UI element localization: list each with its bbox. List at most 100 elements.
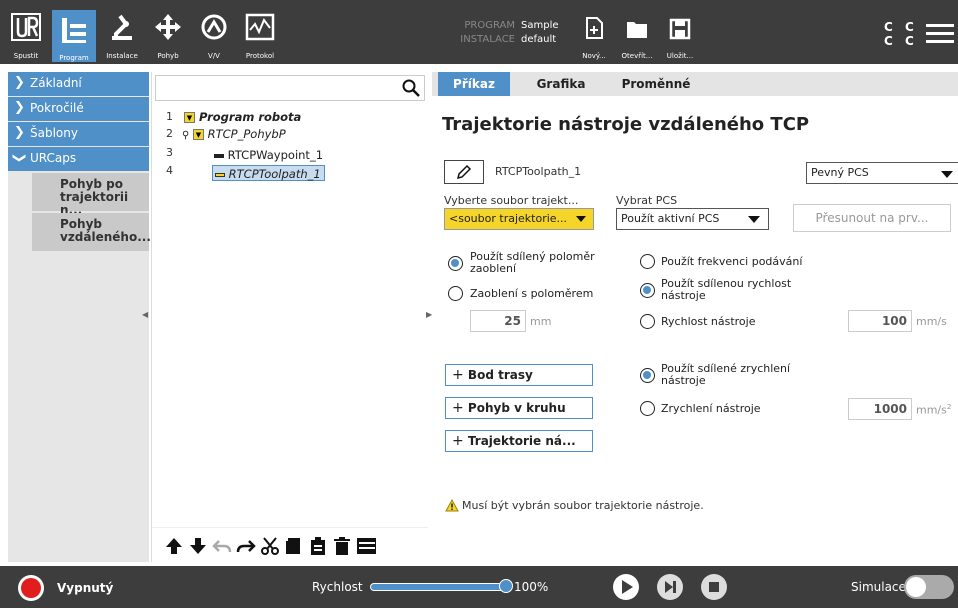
robot-status: Vypnutý [57, 581, 114, 595]
edit-name-button[interactable] [444, 160, 484, 184]
move-to-first-button[interactable]: Přesunout na prv... [793, 204, 951, 232]
nav-program[interactable]: Program [52, 10, 96, 62]
radio-shared-speed[interactable] [640, 283, 655, 298]
add-waypoint-button[interactable]: + Bod trasy [445, 364, 593, 386]
move-arrows-icon [155, 14, 181, 40]
step-button-icon[interactable] [656, 573, 684, 601]
tree-row-program[interactable]: ▼ Program robota [184, 109, 301, 125]
dropdown-arrow-icon [576, 216, 586, 222]
move-down-icon[interactable] [188, 536, 208, 556]
button-label: Trajektorie ná... [467, 434, 576, 448]
paste-icon[interactable] [308, 536, 328, 556]
speed-slider-track[interactable] [370, 579, 513, 593]
menu-remote-move-node[interactable]: Pohyb vzdáleného... [32, 213, 151, 251]
nav-label: Pohyb [157, 52, 179, 60]
nav-log[interactable]: Protokol [238, 6, 282, 60]
node-dash-icon [214, 153, 224, 158]
radio-label: Použít sdílené zrychlení nástroje [661, 363, 790, 387]
speed-slider-fill [371, 584, 507, 590]
menu-label: Pokročilé [30, 101, 84, 115]
save-button[interactable]: Uložit... [660, 12, 700, 60]
radio-feed-rate[interactable] [640, 254, 655, 269]
tree-label: RTCPToolpath_1 [228, 167, 321, 181]
nav-move[interactable]: Pohyb [146, 6, 190, 60]
pcs-dropdown[interactable]: Pevný PCS [806, 162, 958, 184]
simulation-toggle[interactable] [904, 575, 954, 599]
undo-icon[interactable] [212, 536, 232, 556]
collapse-triangle-icon[interactable]: ▼ [184, 112, 195, 123]
tab-bar: Příkaz Grafika Proměnné [432, 72, 958, 96]
tab-command[interactable]: Příkaz [438, 72, 510, 96]
collapse-left-handle[interactable]: ◀ [142, 310, 148, 319]
delete-icon[interactable] [332, 536, 352, 556]
line-number: 2 [166, 127, 173, 140]
command-panel: Příkaz Grafika Proměnné Trajektorie nást… [432, 72, 958, 562]
node-menu: ❯ Základní ❯ Pokročilé ❯ Šablony ❯ URCap… [8, 72, 151, 562]
add-circle-move-button[interactable]: + Pohyb v kruhu [445, 397, 593, 419]
speed-percent: 100% [514, 580, 549, 594]
dropdown-arrow-icon [748, 216, 760, 223]
speed-slider-handle[interactable] [499, 579, 513, 593]
tree-row-rtcp-move[interactable]: ⚲ ▼ RTCP_PohybP [182, 126, 286, 142]
active-pcs-dropdown[interactable]: Použít aktivní PCS [616, 208, 769, 230]
new-button[interactable]: Nový... [574, 12, 614, 60]
save-label: Uložit... [666, 52, 694, 60]
nav-installation[interactable]: Instalace [100, 6, 144, 60]
move-up-icon[interactable] [164, 536, 184, 556]
blend-radius-input[interactable]: 25 [470, 310, 526, 332]
copy-icon[interactable] [284, 536, 304, 556]
add-toolpath-button[interactable]: + Trajektorie ná... [445, 430, 593, 452]
radio-tool-acceleration[interactable] [640, 401, 655, 416]
open-button[interactable]: Otevřít... [617, 12, 657, 60]
redo-icon[interactable] [236, 536, 256, 556]
menu-basic[interactable]: ❯ Základní [8, 72, 149, 96]
search-icon[interactable] [402, 79, 420, 97]
dropdown-value: <soubor trajektorie... [449, 212, 568, 225]
tree-row-toolpath-selected[interactable]: RTCPToolpath_1 [212, 165, 325, 181]
radio-label-line: zaoblení [470, 262, 517, 275]
page-title: Trajektorie nástroje vzdáleného TCP [442, 114, 810, 135]
node-name: RTCPToolpath_1 [495, 165, 582, 178]
tab-variables[interactable]: Proměnné [614, 72, 698, 96]
radio-shared-acceleration[interactable] [640, 368, 655, 383]
tab-graphics[interactable]: Grafika [526, 72, 596, 96]
nav-io[interactable]: V/V [192, 6, 236, 60]
play-button-icon[interactable] [612, 573, 640, 601]
program-tree: 1 ▼ Program robota 2 ⚲ ▼ RTCP_PohybP 3 R… [151, 72, 428, 562]
installation-key: INSTALACE [460, 34, 515, 45]
program-icon [62, 18, 86, 43]
tree-search-input[interactable] [155, 75, 425, 101]
power-button[interactable] [18, 575, 44, 601]
speed-label: Rychlost [312, 580, 363, 594]
radio-blend-radius[interactable] [448, 286, 463, 301]
header-bar: Spustit Program Instalace Pohyb V/V Prot… [0, 0, 958, 64]
suppress-icon[interactable] [356, 536, 376, 556]
radio-label-line: nástroje [661, 374, 706, 387]
tool-acceleration-input[interactable]: 1000 [848, 398, 912, 420]
radio-shared-blend[interactable] [448, 256, 463, 271]
menu-advanced[interactable]: ❯ Pokročilé [8, 97, 149, 121]
tool-speed-input[interactable]: 100 [848, 310, 912, 332]
line-number: 3 [166, 146, 173, 159]
menu-toolpath-node[interactable]: Pohyb po trajektorii n... [32, 173, 149, 217]
menu-urcaps[interactable]: ❯ URCaps [8, 147, 149, 171]
cut-icon[interactable] [260, 536, 280, 556]
stop-button-icon[interactable] [700, 573, 728, 601]
robot-arm-icon [112, 14, 132, 40]
nav-label: V/V [208, 52, 220, 60]
dropdown-arrow-icon [941, 171, 953, 178]
installation-name: default [521, 34, 557, 45]
tree-row-waypoint[interactable]: RTCPWaypoint_1 [214, 147, 323, 163]
line-number: 4 [166, 164, 173, 177]
toolpath-file-dropdown[interactable]: <soubor trajektorie... [444, 208, 594, 230]
collapse-triangle-icon[interactable]: ▼ [192, 129, 204, 140]
hamburger-menu-icon[interactable] [926, 22, 954, 46]
nav-run[interactable]: Spustit [4, 6, 48, 60]
folder-icon [627, 22, 647, 38]
radio-tool-speed[interactable] [640, 314, 655, 329]
new-file-icon [586, 17, 603, 39]
menu-templates[interactable]: ❯ Šablony [8, 122, 149, 146]
blend-unit: mm [530, 315, 552, 328]
plus-icon: + [452, 400, 464, 416]
subitem-line: vzdáleného... [60, 230, 151, 244]
